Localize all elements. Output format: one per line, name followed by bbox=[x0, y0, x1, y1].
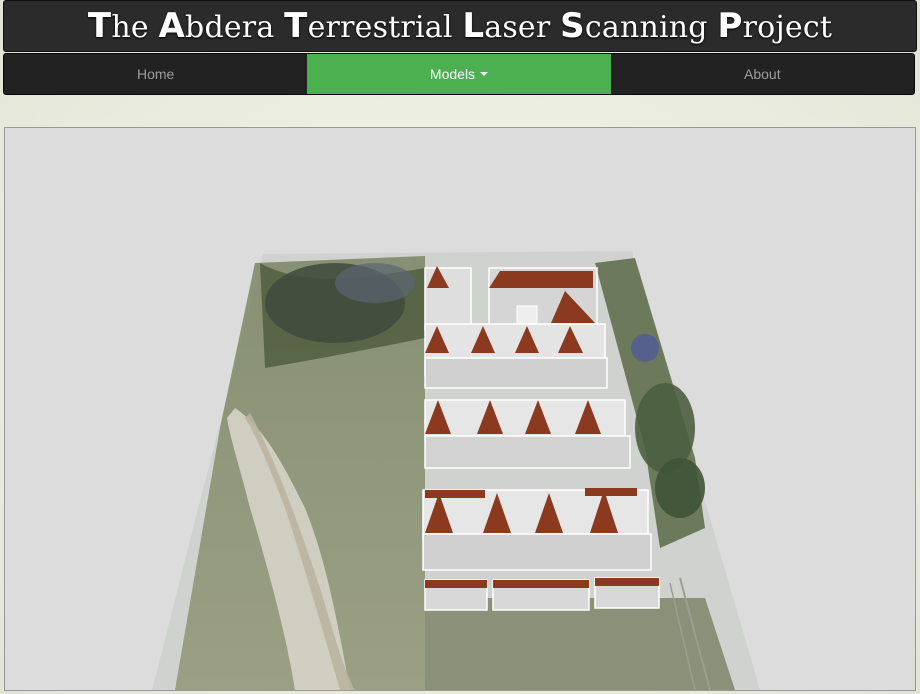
nav-item-home-label: Home bbox=[136, 66, 175, 82]
nav-item-about[interactable]: About bbox=[611, 54, 914, 94]
header-bar: The Abdera Terrestrial Laser Scanning Pr… bbox=[3, 0, 917, 52]
title-word-rest: errestrial bbox=[307, 10, 463, 45]
nav-item-models[interactable]: Models bbox=[307, 54, 611, 94]
title-initial: T bbox=[87, 6, 112, 46]
title-initial: L bbox=[462, 6, 485, 46]
caret-down-icon bbox=[480, 72, 489, 76]
nav-item-about-label: About bbox=[744, 66, 781, 82]
title-word-rest: bdera bbox=[185, 10, 285, 45]
main-nav: Home Models About bbox=[3, 53, 915, 95]
nav-item-models-label: Models bbox=[429, 66, 476, 82]
title-word-rest: canning bbox=[584, 10, 718, 45]
title-word-rest: roject bbox=[742, 10, 833, 45]
title-initial: S bbox=[560, 6, 585, 46]
site-title: The Abdera Terrestrial Laser Scanning Pr… bbox=[88, 6, 832, 46]
title-initial: A bbox=[158, 6, 186, 46]
nav-item-home[interactable]: Home bbox=[4, 54, 307, 94]
title-word-rest: aser bbox=[484, 10, 561, 45]
title-initial: P bbox=[717, 6, 743, 46]
point-cloud-scene bbox=[152, 251, 760, 690]
title-initial: T bbox=[284, 6, 308, 46]
3d-model-viewer[interactable] bbox=[4, 127, 916, 691]
title-word-rest: he bbox=[111, 10, 159, 45]
